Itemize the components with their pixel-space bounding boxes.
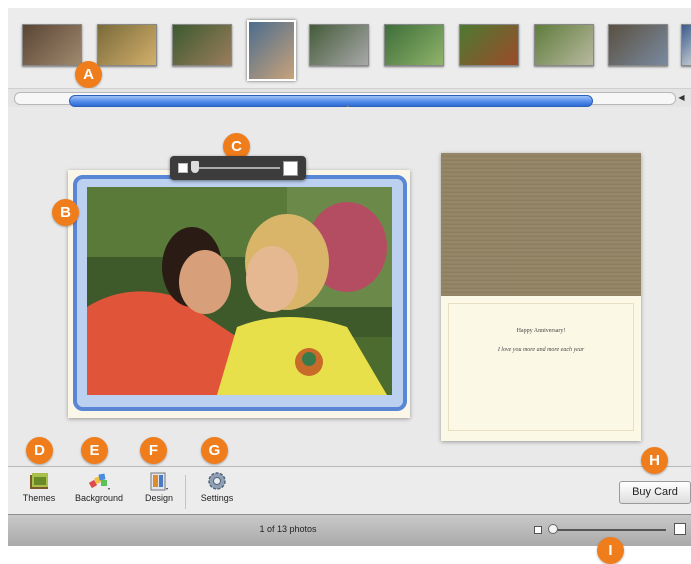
card-editor-window: A ◀ ▾ [8, 8, 691, 564]
view-size-small-icon[interactable] [534, 526, 542, 534]
toolbar-separator [185, 475, 186, 509]
photo-thumbnail[interactable] [459, 24, 519, 66]
design-button[interactable]: Design [138, 471, 180, 503]
scroll-left-arrow-icon[interactable]: ◀ [676, 92, 687, 103]
bottom-toolbar: Themes Background Design Settings Buy Ca… [8, 466, 691, 515]
settings-button[interactable]: Settings [196, 471, 238, 503]
zoom-slider-knob[interactable] [191, 161, 199, 173]
photo-thumbnail[interactable] [172, 24, 232, 66]
zoom-slider-track[interactable] [194, 167, 280, 169]
photo-thumbnail[interactable] [608, 24, 668, 66]
card-inside-preview[interactable]: Happy Anniversary! I love you more and m… [441, 153, 641, 441]
zoom-out-icon[interactable] [178, 163, 188, 173]
photo-thumbnail-selected[interactable] [247, 20, 296, 81]
photo-thumbnail[interactable] [384, 24, 444, 66]
buy-card-button[interactable]: Buy Card [619, 481, 691, 504]
callout-d: D [26, 437, 53, 464]
design-layout-icon [150, 472, 168, 491]
photo-thumbnail[interactable] [22, 24, 82, 66]
themes-icon [30, 473, 48, 489]
photo-thumbnail[interactable] [309, 24, 369, 66]
photo-browser-scrollbar[interactable]: ◀ ▾ [8, 88, 691, 111]
photo-thumbnail[interactable] [534, 24, 594, 66]
callout-e: E [81, 437, 108, 464]
callout-f: F [140, 437, 167, 464]
greeting-body[interactable]: I love you more and more each year [441, 347, 641, 353]
settings-label: Settings [200, 493, 234, 503]
photo-thumbnail[interactable] [97, 24, 157, 66]
photo-thumbnail[interactable] [681, 24, 691, 66]
photo-frame-selected[interactable] [73, 175, 407, 411]
background-palette-icon [88, 473, 110, 490]
card-canvas: Happy Anniversary! I love you more and m… [8, 107, 691, 466]
design-label: Design [144, 493, 173, 503]
view-size-slider[interactable] [552, 529, 666, 531]
view-size-large-icon[interactable] [674, 523, 686, 535]
card-front [68, 170, 410, 418]
couple-photo-image [87, 187, 392, 395]
message-border [448, 303, 634, 431]
callout-i: I [597, 537, 624, 564]
greeting-title[interactable]: Happy Anniversary! [441, 328, 641, 334]
zoom-in-icon[interactable] [283, 161, 298, 176]
callout-a: A [75, 61, 102, 88]
couple-photo[interactable] [87, 187, 392, 395]
scroll-thumb[interactable] [69, 95, 593, 107]
photo-count: 1 of 13 photos [259, 524, 317, 534]
callout-g: G [201, 437, 228, 464]
themes-label: Themes [22, 493, 56, 503]
callout-b: B [52, 199, 79, 226]
card-message-panel[interactable]: Happy Anniversary! I love you more and m… [441, 296, 641, 441]
photo-browser: A [8, 8, 691, 89]
gear-icon [208, 472, 226, 490]
status-bar: 1 of 13 photos [8, 514, 691, 546]
callout-h: H [641, 447, 668, 474]
background-label: Background [74, 493, 124, 503]
view-size-slider-knob[interactable] [548, 524, 558, 534]
scroll-track[interactable] [14, 92, 676, 107]
card-texture [441, 153, 641, 296]
themes-button[interactable]: Themes [18, 471, 60, 503]
photo-zoom-popover [170, 156, 306, 180]
background-button[interactable]: Background [70, 471, 128, 503]
